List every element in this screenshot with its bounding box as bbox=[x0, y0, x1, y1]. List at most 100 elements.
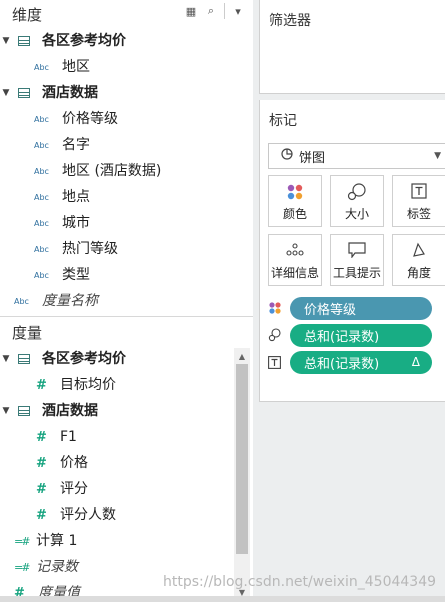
dimension-table-row[interactable]: ▼ 酒店数据 bbox=[0, 80, 98, 106]
measure-table-row[interactable]: ▼ 各区参考均价 bbox=[0, 346, 126, 372]
collapse-caret-icon[interactable]: ▼ bbox=[0, 406, 12, 416]
string-type-icon: Abc bbox=[34, 244, 49, 254]
field-label: 名字 bbox=[62, 137, 90, 153]
measures-title: 度量 bbox=[12, 323, 43, 342]
empty-shelf-area bbox=[259, 402, 445, 602]
field-label: 评分 bbox=[60, 481, 88, 497]
dimension-field[interactable]: Abc 名字 bbox=[0, 132, 90, 158]
measure-field[interactable]: # 价格 bbox=[0, 450, 88, 476]
size-icon bbox=[331, 183, 383, 201]
string-type-icon: Abc bbox=[34, 218, 49, 228]
pill-label: 价格等级 bbox=[304, 302, 357, 318]
dimension-field[interactable]: Abc 地区 bbox=[0, 54, 90, 80]
tooltip-button-label: 工具提示 bbox=[332, 266, 381, 280]
color-field-pill[interactable]: 价格等级 bbox=[290, 296, 432, 320]
measures-header: 度量 bbox=[0, 318, 253, 346]
field-label: 地区 (酒店数据) bbox=[62, 163, 162, 179]
dimension-table-row[interactable]: ▼ 各区参考均价 bbox=[0, 28, 126, 54]
field-label: 价格 bbox=[60, 455, 88, 471]
field-label: 地点 bbox=[62, 189, 90, 205]
pill-label: 总和(记录数) bbox=[304, 329, 380, 345]
number-type-icon: # bbox=[36, 429, 47, 445]
collapse-caret-icon[interactable]: ▼ bbox=[0, 88, 12, 98]
marks-card: 标记 饼图 ▼ 颜色 大小 标签 详细信息 工具提示 角度 价格等级 总和(记录… bbox=[259, 100, 445, 402]
angle-icon bbox=[393, 242, 445, 258]
calculated-field-icon: =# bbox=[14, 560, 30, 574]
measure-field[interactable]: =# 计算 1 bbox=[0, 528, 77, 554]
view-list-icon[interactable]: ▦ bbox=[184, 2, 198, 20]
dimension-field[interactable]: Abc 地区 (酒店数据) bbox=[0, 158, 161, 184]
table-label: 各区参考均价 bbox=[42, 351, 126, 367]
angle-button-label: 角度 bbox=[406, 266, 431, 280]
color-button[interactable]: 颜色 bbox=[268, 175, 322, 227]
measure-field[interactable]: # 评分人数 bbox=[0, 502, 116, 528]
string-type-icon: Abc bbox=[34, 166, 49, 176]
string-type-icon: Abc bbox=[34, 270, 49, 280]
field-label: 目标均价 bbox=[60, 377, 116, 393]
filters-shelf[interactable]: 筛选器 bbox=[259, 0, 445, 94]
search-icon[interactable]: ⌕ bbox=[204, 2, 218, 20]
tool-separator bbox=[224, 3, 225, 19]
measure-field[interactable]: # F1 bbox=[0, 424, 77, 450]
collapse-caret-icon[interactable]: ▼ bbox=[0, 36, 12, 46]
mark-type-dropdown[interactable]: 饼图 ▼ bbox=[268, 143, 445, 169]
detail-button[interactable]: 详细信息 bbox=[268, 234, 322, 286]
tooltip-icon bbox=[331, 242, 383, 258]
pie-chart-icon bbox=[281, 148, 293, 164]
label-button[interactable]: 标签 bbox=[392, 175, 445, 227]
table-icon bbox=[18, 354, 30, 364]
field-label: 城市 bbox=[62, 215, 90, 231]
scroll-up-icon[interactable]: ▲ bbox=[234, 348, 250, 364]
table-calculation-delta-icon: Δ bbox=[411, 355, 420, 369]
number-type-icon: # bbox=[36, 377, 47, 393]
field-label: 类型 bbox=[62, 267, 90, 283]
table-icon bbox=[18, 88, 30, 98]
scrollbar-thumb[interactable] bbox=[236, 364, 248, 554]
field-label: 计算 1 bbox=[36, 533, 78, 549]
measure-table-row[interactable]: ▼ 酒店数据 bbox=[0, 398, 98, 424]
size-button[interactable]: 大小 bbox=[330, 175, 384, 227]
string-type-icon: Abc bbox=[34, 114, 49, 124]
measure-field[interactable]: =# 记录数 bbox=[0, 554, 78, 580]
dimensions-title: 维度 bbox=[12, 5, 43, 24]
table-label: 各区参考均价 bbox=[42, 33, 126, 49]
field-label: F1 bbox=[60, 429, 77, 445]
field-label: 评分人数 bbox=[60, 507, 116, 523]
number-type-icon: # bbox=[36, 507, 47, 523]
field-label: 热门等级 bbox=[62, 241, 118, 257]
dimension-tools: ▦ ⌕ ▾ bbox=[184, 2, 245, 20]
label-button-label: 标签 bbox=[406, 207, 431, 221]
chevron-down-icon[interactable]: ▾ bbox=[231, 2, 245, 20]
size-encoding-icon bbox=[268, 323, 290, 347]
string-type-icon: Abc bbox=[34, 140, 49, 150]
color-icon bbox=[269, 183, 321, 201]
size-button-label: 大小 bbox=[344, 207, 369, 221]
collapse-caret-icon[interactable]: ▼ bbox=[0, 354, 12, 364]
label-field-pill[interactable]: 总和(记录数) Δ bbox=[290, 350, 432, 374]
table-label: 酒店数据 bbox=[42, 85, 98, 101]
dimension-field[interactable]: Abc 地点 bbox=[0, 184, 90, 210]
tooltip-button[interactable]: 工具提示 bbox=[330, 234, 384, 286]
field-label: 记录数 bbox=[36, 559, 78, 575]
string-type-icon: Abc bbox=[34, 62, 49, 72]
mark-field-row: 总和(记录数) Δ bbox=[268, 350, 432, 374]
section-divider bbox=[0, 316, 253, 317]
table-icon bbox=[18, 36, 30, 46]
size-field-pill[interactable]: 总和(记录数) bbox=[290, 323, 432, 347]
measure-field[interactable]: # 评分 bbox=[0, 476, 88, 502]
string-type-icon: Abc bbox=[14, 296, 29, 306]
dimension-field[interactable]: Abc 价格等级 bbox=[0, 106, 118, 132]
bottom-strip bbox=[0, 596, 445, 602]
angle-button[interactable]: 角度 bbox=[392, 234, 445, 286]
string-type-icon: Abc bbox=[34, 192, 49, 202]
marks-title: 标记 bbox=[269, 113, 297, 129]
dimension-field[interactable]: Abc 类型 bbox=[0, 262, 90, 288]
chevron-down-icon[interactable]: ▼ bbox=[434, 151, 441, 161]
mark-field-row: 价格等级 bbox=[268, 296, 432, 320]
number-type-icon: # bbox=[36, 455, 47, 471]
dimension-field[interactable]: Abc 城市 bbox=[0, 210, 90, 236]
dimension-field[interactable]: Abc 度量名称 bbox=[0, 288, 98, 314]
measure-field[interactable]: # 目标均价 bbox=[0, 372, 116, 398]
filters-title: 筛选器 bbox=[269, 13, 311, 29]
dimension-field[interactable]: Abc 热门等级 bbox=[0, 236, 118, 262]
